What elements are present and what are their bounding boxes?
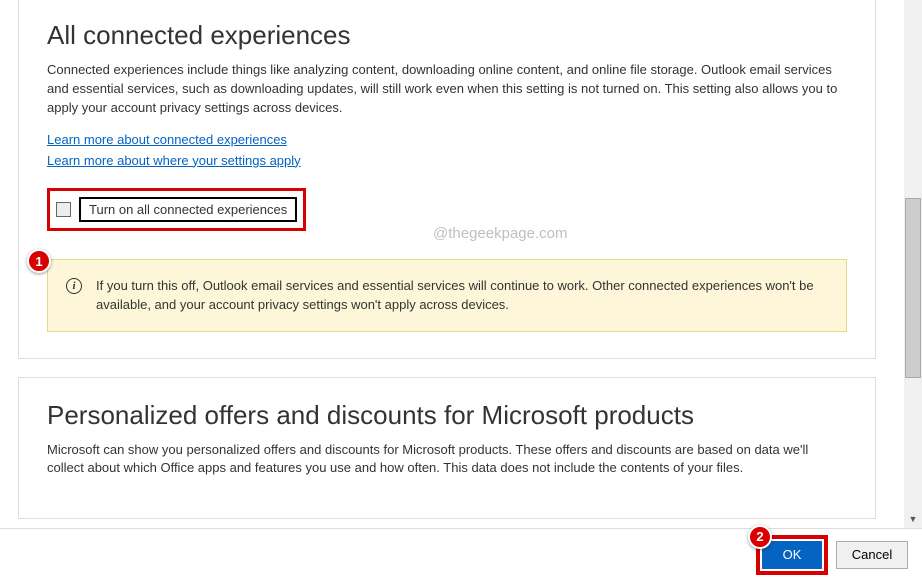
learn-more-connected-link[interactable]: Learn more about connected experiences <box>47 132 287 147</box>
annotation-badge-2: 2 <box>748 525 772 549</box>
watermark-text: @thegeekpage.com <box>433 225 567 242</box>
dialog-footer: 2 OK Cancel <box>0 528 922 580</box>
ok-button-highlight-box: 2 OK <box>756 535 828 575</box>
connected-experiences-panel: All connected experiences Connected expe… <box>18 0 876 359</box>
cancel-button[interactable]: Cancel <box>836 541 908 569</box>
vertical-scrollbar[interactable]: ▼ <box>904 0 922 528</box>
info-text: If you turn this off, Outlook email serv… <box>96 276 828 315</box>
scrollbar-down-arrow-icon[interactable]: ▼ <box>904 510 922 528</box>
turn-on-all-checkbox[interactable] <box>56 202 71 217</box>
turn-on-all-checkbox-label[interactable]: Turn on all connected experiences <box>79 197 297 222</box>
learn-more-settings-apply-link[interactable]: Learn more about where your settings app… <box>47 153 301 168</box>
checkbox-highlight-box: Turn on all connected experiences <box>47 188 306 231</box>
scrollbar-thumb[interactable] <box>905 198 921 378</box>
dialog-content-scroll: All connected experiences Connected expe… <box>0 0 894 528</box>
info-icon: i <box>66 278 82 294</box>
section-description: Microsoft can show you personalized offe… <box>47 441 847 479</box>
section-heading: All connected experiences <box>47 20 847 51</box>
links-block: Learn more about connected experiences L… <box>47 132 847 168</box>
personalized-offers-panel: Personalized offers and discounts for Mi… <box>18 377 876 520</box>
section-heading: Personalized offers and discounts for Mi… <box>47 400 847 431</box>
ok-button[interactable]: OK <box>762 541 822 569</box>
annotation-badge-1: 1 <box>27 249 51 273</box>
info-callout: i If you turn this off, Outlook email se… <box>47 259 847 332</box>
section-description: Connected experiences include things lik… <box>47 61 847 118</box>
